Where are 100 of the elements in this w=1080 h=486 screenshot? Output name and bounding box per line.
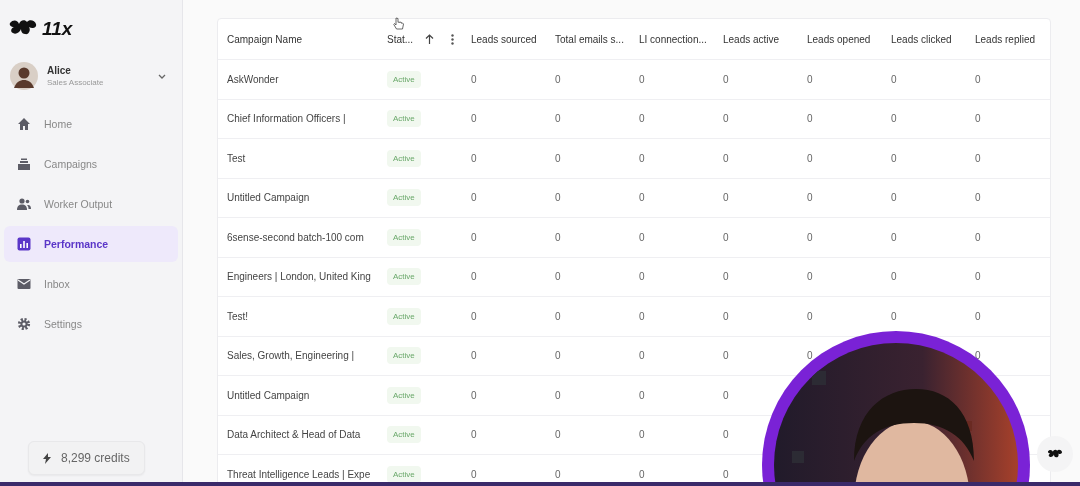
column-header[interactable]: LI connection... [639,33,707,45]
table-cell: 0 [891,152,897,164]
lightning-icon [43,452,51,464]
table-cell: 0 [975,73,981,85]
user-role: Sales Associate [47,78,105,87]
status-badge: Active [387,110,421,128]
table-cell: 0 [723,231,729,243]
column-header[interactable]: Leads replied [975,33,1036,45]
table-cell: 0 [807,350,813,362]
column-header[interactable]: Leads opened [807,33,871,45]
table-cell: 0 [807,113,813,125]
campaign-name[interactable]: Engineers | London, United King [227,271,371,283]
table-cell: 0 [471,389,477,401]
table-cell: 0 [975,152,981,164]
campaign-name[interactable]: Untitled Campaign [227,192,310,204]
table-cell: 0 [891,231,897,243]
table-cell: 0 [975,310,981,322]
avatar [10,62,38,90]
logo-icon [1047,448,1063,460]
table-cell: 0 [639,152,645,164]
table-cell: 0 [723,350,729,362]
column-header[interactable]: Leads clicked [891,33,952,45]
brand-name: 11x [42,18,73,40]
table-cell: 0 [471,468,477,480]
status-badge: Active [387,268,421,286]
table-cell: 0 [639,73,645,85]
campaign-name[interactable]: AskWonder [227,73,279,85]
table-cell: 0 [555,152,561,164]
table-cell: 0 [555,231,561,243]
table-cell: 0 [639,271,645,283]
campaign-name[interactable]: 6sense-second batch-100 com [227,231,364,243]
table-cell: 0 [555,113,561,125]
table-cell: 0 [555,271,561,283]
user-menu[interactable]: Alice Sales Associate [4,40,178,90]
table-cell: 0 [891,271,897,283]
column-header[interactable]: Stat... [387,33,414,45]
status-badge: Active [387,465,421,483]
table-cell: 0 [471,271,477,283]
table-cell: 0 [639,113,645,125]
table-cell: 0 [639,429,645,441]
home-icon [17,117,31,131]
table-cell: 0 [471,73,477,85]
table-cell: 0 [639,468,645,480]
campaign-name[interactable]: Untitled Campaign [227,389,310,401]
table-cell: 0 [723,468,729,480]
campaign-name[interactable]: Chief Information Officers | [227,113,346,125]
status-badge: Active [387,70,421,88]
table-cell: 0 [975,192,981,204]
table-cell: 0 [807,310,813,322]
table-cell: 0 [639,389,645,401]
sort-arrow-icon[interactable] [425,34,435,44]
table-cell: 0 [807,152,813,164]
table-cell: 0 [891,310,897,322]
table-cell: 0 [723,271,729,283]
table-cell: 0 [975,113,981,125]
campaign-name[interactable]: Threat Intelligence Leads | Expe [227,468,371,480]
envelope-icon [17,277,31,291]
table-cell: 0 [975,271,981,283]
table-cell: 0 [723,73,729,85]
chevron-icon [158,73,166,79]
campaign-name[interactable]: Sales, Growth, Engineering | [227,350,355,362]
table-cell: 0 [555,468,561,480]
table-cell: 0 [639,192,645,204]
table-cell: 0 [723,192,729,204]
status-badge: Active [387,189,421,207]
status-badge: Active [387,228,421,246]
table-cell: 0 [471,231,477,243]
table-cell: 0 [723,113,729,125]
table-cell: 0 [723,152,729,164]
table-cell: 0 [639,350,645,362]
table-cell: 0 [555,350,561,362]
table-cell: 0 [555,389,561,401]
column-header[interactable]: Total emails s... [555,33,624,45]
credits-button[interactable]: 8,299 credits [28,441,145,475]
chat-launcher-button[interactable] [1037,436,1073,472]
table-cell: 0 [471,429,477,441]
campaign-name[interactable]: Test! [227,310,249,322]
column-header[interactable]: Leads sourced [471,33,537,45]
table-cell: 0 [471,192,477,204]
more-icon[interactable] [451,33,455,45]
gear-icon [17,317,31,331]
column-header[interactable]: Campaign Name [227,33,303,45]
table-cell: 0 [555,429,561,441]
status-badge: Active [387,307,421,325]
table-cell: 0 [807,192,813,204]
table-cell: 0 [639,231,645,243]
column-header[interactable]: Leads active [723,33,780,45]
status-badge: Active [387,149,421,167]
status-badge: Active [387,426,421,444]
table-cell: 0 [639,310,645,322]
table-cell: 0 [723,429,729,441]
table-cell: 0 [975,350,981,362]
table-cell: 0 [555,192,561,204]
stack-icon [17,157,31,171]
table-cell: 0 [891,73,897,85]
table-cell: 0 [807,73,813,85]
campaign-name[interactable]: Data Architect & Head of Data [227,429,361,441]
people-icon [17,197,31,211]
campaign-name[interactable]: Test [227,152,246,164]
nav-item[interactable]: Performance [4,226,178,262]
